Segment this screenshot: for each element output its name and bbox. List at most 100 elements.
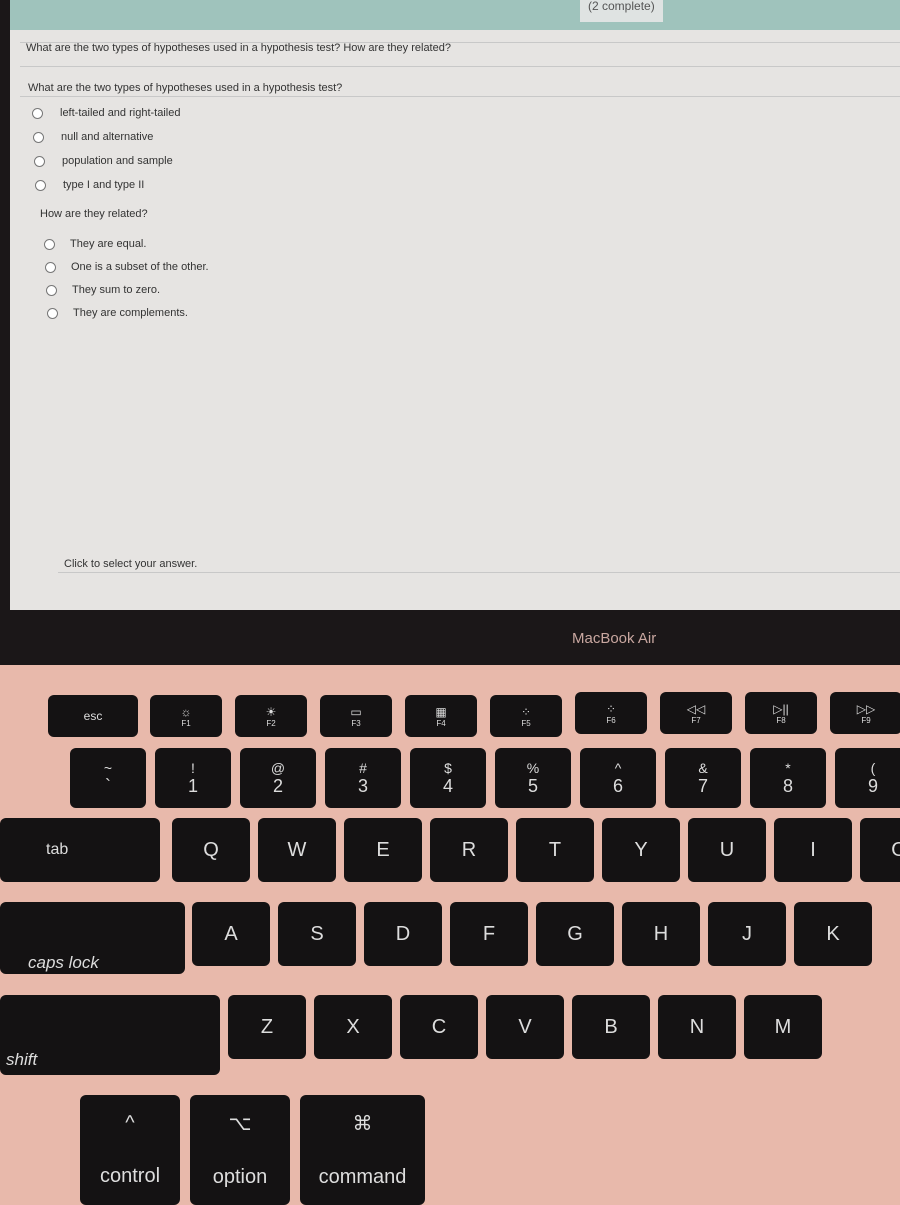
key-letter[interactable]: S — [278, 902, 356, 966]
key-number[interactable]: & 7 — [665, 748, 741, 808]
radio-button[interactable] — [45, 262, 56, 273]
key-number[interactable]: ! 1 — [155, 748, 231, 808]
key-label: ` — [105, 775, 111, 796]
key-fn[interactable]: ☀ F2 — [235, 695, 307, 737]
key-letter[interactable]: C — [400, 995, 478, 1059]
key-letter[interactable]: W — [258, 818, 336, 882]
fn-icon: ▦ — [435, 704, 447, 719]
key-letter[interactable]: N — [658, 995, 736, 1059]
key-letter[interactable]: K — [794, 902, 872, 966]
fn-icon: ▷▷ — [856, 701, 876, 716]
key-label: F1 — [181, 718, 191, 728]
key-label: 4 — [442, 775, 453, 796]
radio-button[interactable] — [34, 156, 45, 167]
shift-key[interactable]: shift — [0, 995, 220, 1075]
command-key[interactable]: ⌘ command — [300, 1095, 425, 1205]
key-letter[interactable]: J — [708, 902, 786, 966]
key-letter[interactable]: D — [364, 902, 442, 966]
key-letter[interactable]: U — [688, 818, 766, 882]
key-number[interactable]: % 5 — [495, 748, 571, 808]
option-label[interactable]: They are equal. — [70, 238, 146, 250]
option-label[interactable]: population and sample — [62, 155, 173, 167]
option-label[interactable]: left-tailed and right-tailed — [60, 107, 180, 119]
key-letter[interactable]: R — [430, 818, 508, 882]
key-letter[interactable]: Z — [228, 995, 306, 1059]
key-fn[interactable]: ▭ F3 — [320, 695, 392, 737]
key-letter[interactable]: E — [344, 818, 422, 882]
control-key[interactable]: ^ control — [80, 1095, 180, 1205]
caps-lock-key[interactable]: caps lock — [0, 902, 185, 974]
top-bar: (2 complete) — [10, 0, 900, 30]
key-label: option — [212, 1166, 268, 1188]
key-letter[interactable]: H — [622, 902, 700, 966]
key-number[interactable]: $4 — [410, 748, 486, 808]
key-fn[interactable]: ▷|| F8 — [745, 692, 817, 734]
key-label: 2 — [272, 775, 283, 796]
key-number[interactable]: (9 — [835, 748, 900, 808]
option-key[interactable]: ⌥ option — [190, 1095, 290, 1205]
key-label: & — [698, 759, 708, 776]
screen-bezel: (2 complete) What are the two types of h… — [0, 0, 900, 665]
radio-button[interactable] — [32, 108, 43, 119]
question-part1: What are the two types of hypotheses use… — [28, 82, 343, 94]
fn-icon: ⁘ — [520, 704, 532, 719]
key-label: # — [359, 759, 367, 776]
radio-button[interactable] — [35, 180, 46, 191]
fn-icon: ◁◁ — [686, 701, 706, 716]
key-letter[interactable]: T — [516, 818, 594, 882]
key-fn[interactable]: ◁◁ F7 — [660, 692, 732, 734]
option-label[interactable]: null and alternative — [61, 131, 153, 143]
key-letter[interactable]: B — [572, 995, 650, 1059]
key-letter[interactable]: X — [314, 995, 392, 1059]
option-symbol-icon: ⌥ — [228, 1113, 252, 1135]
option-label[interactable]: They sum to zero. — [72, 284, 160, 296]
key-label: * — [785, 759, 791, 776]
key-label: 9 — [867, 775, 878, 796]
radio-button[interactable] — [47, 308, 58, 319]
key-label: esc — [83, 709, 103, 723]
key-fn[interactable]: ▦ F4 — [405, 695, 477, 737]
key-letter[interactable]: I — [774, 818, 852, 882]
key-letter[interactable]: G — [536, 902, 614, 966]
fn-icon: ▷|| — [773, 701, 789, 716]
option-label[interactable]: type I and type II — [63, 179, 144, 191]
key-letter[interactable]: V — [486, 995, 564, 1059]
key-letter[interactable]: O — [860, 818, 900, 882]
key-label: 5 — [527, 775, 538, 796]
key-letter[interactable]: F — [450, 902, 528, 966]
progress-dropdown[interactable]: (2 complete) — [580, 0, 663, 22]
key-letter[interactable]: Y — [602, 818, 680, 882]
brand-label: MacBook Air — [572, 630, 657, 647]
key-fn[interactable]: ▷▷ F9 — [830, 692, 900, 734]
footer-hint: Click to select your answer. — [64, 558, 198, 570]
option-label[interactable]: They are complements. — [73, 307, 188, 319]
option-label[interactable]: One is a subset of the other. — [71, 261, 209, 273]
radio-button[interactable] — [46, 285, 57, 296]
radio-button[interactable] — [33, 132, 44, 143]
screen: (2 complete) What are the two types of h… — [10, 0, 900, 610]
key-number[interactable]: * 8 — [750, 748, 826, 808]
key-number[interactable]: #3 — [325, 748, 401, 808]
key-letter[interactable]: A — [192, 902, 270, 966]
key-fn[interactable]: esc — [48, 695, 138, 737]
key-number[interactable]: ~ ` — [70, 748, 146, 808]
fn-icon: ☼ — [180, 704, 192, 719]
key-label: ! — [191, 759, 195, 776]
control-symbol-icon: ^ — [125, 1112, 135, 1134]
key-label: F6 — [606, 715, 616, 725]
key-number[interactable]: @2 — [240, 748, 316, 808]
key-letter[interactable]: Q — [172, 818, 250, 882]
radio-button[interactable] — [44, 239, 55, 250]
key-number[interactable]: ^ 6 — [580, 748, 656, 808]
key-label: F7 — [691, 715, 701, 725]
tab-key[interactable]: tab — [0, 818, 160, 882]
key-label: F4 — [436, 718, 446, 728]
key-letter[interactable]: M — [744, 995, 822, 1059]
key-label: 3 — [357, 775, 368, 796]
key-label: F5 — [521, 718, 531, 728]
key-fn[interactable]: ⁘ F5 — [490, 695, 562, 737]
fn-icon: ⁘ — [605, 701, 617, 716]
key-fn[interactable]: ⁘ F6 — [575, 692, 647, 734]
key-label: 6 — [612, 775, 623, 796]
key-fn[interactable]: ☼ F1 — [150, 695, 222, 737]
